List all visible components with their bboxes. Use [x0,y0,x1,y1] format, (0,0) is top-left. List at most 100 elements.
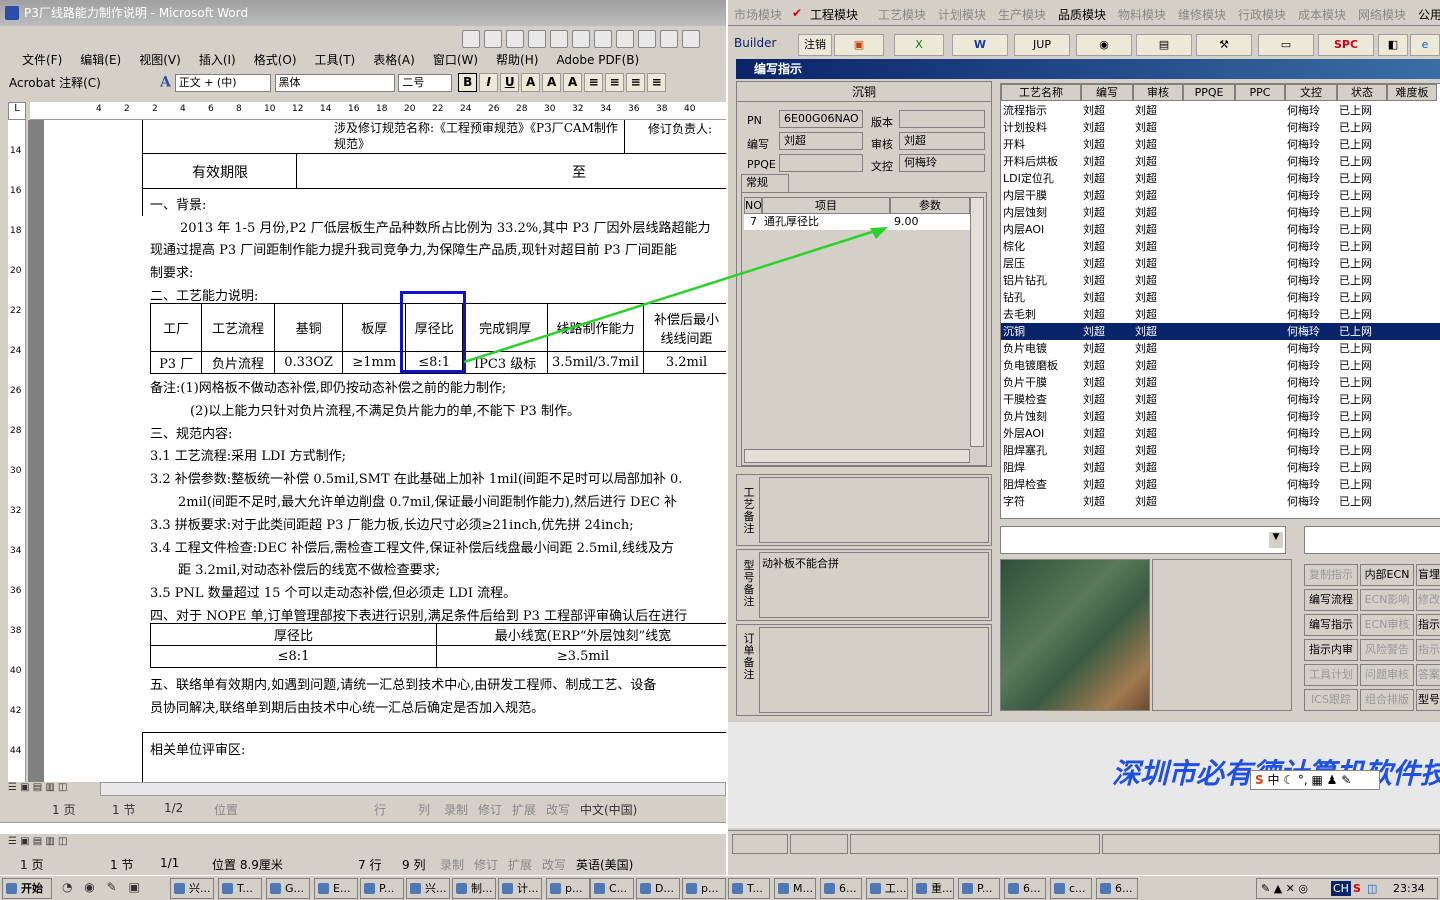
module-quality[interactable]: 品质模块 [1058,6,1106,23]
char-shading-button[interactable]: A [563,73,583,92]
task-button[interactable]: 工... [866,878,908,899]
grid-row[interactable]: 负片蚀刻 刘超 刘超 何梅玲 已上网 [1001,408,1440,425]
tray-sogou-icon[interactable]: S [1353,879,1361,898]
task-button[interactable]: P... [958,878,1000,899]
ppt-icon[interactable]: ▣ [834,34,884,56]
italic-button[interactable]: I [479,73,499,92]
module-engineering[interactable]: 工程模块 [810,6,858,23]
module-material[interactable]: 物料模块 [1118,6,1166,23]
module-process[interactable]: 工艺模块 [878,6,926,23]
task-button[interactable]: M... [774,878,816,899]
grid-row[interactable]: 外层AOI 刘超 刘超 何梅玲 已上网 [1001,425,1440,442]
grid-row[interactable]: LDI定位孔 刘超 刘超 何梅玲 已上网 [1001,170,1440,187]
builder-label[interactable]: Builder [734,36,776,50]
char-border-button[interactable]: A [542,73,562,92]
grid-filter-combo[interactable]: ▼ [1000,526,1286,554]
action-button[interactable]: 内部ECN [1360,564,1414,586]
grid-row[interactable]: 负片电镀 刘超 刘超 何梅玲 已上网 [1001,340,1440,357]
module-production[interactable]: 生产模块 [998,6,1046,23]
grid-row[interactable]: 干膜检查 刘超 刘超 何梅玲 已上网 [1001,391,1440,408]
tb-erase-icon[interactable] [506,30,524,48]
word-title-bar[interactable]: P3厂线路能力制作说明 - Microsoft Word [0,0,726,26]
tb-frame-icon[interactable] [660,30,678,48]
task-button[interactable]: 兴... [170,878,214,899]
task-button[interactable]: G... [266,878,310,899]
document-page[interactable]: 涉及修订规范名称:《工程预审规范》《P3厂CAM制作规范》 修订负责人: 有效期… [44,120,726,782]
version-field[interactable] [899,110,985,128]
grid-row[interactable]: 去毛刺 刘超 刘超 何梅玲 已上网 [1001,306,1440,323]
ie-icon[interactable]: e [1410,34,1440,56]
tab-stop-selector[interactable]: L [8,102,26,120]
ppqe-field[interactable] [779,154,863,172]
action-button[interactable]: 组合排版 [1360,689,1414,711]
action-button[interactable]: 修改 [1416,589,1440,611]
styles-icon[interactable]: A [160,75,171,91]
spc-button[interactable]: SPC [1318,34,1374,56]
module-cost[interactable]: 成本模块 [1298,6,1346,23]
align-right-icon[interactable]: ≡ [626,73,646,92]
action-button[interactable]: 编写指示 [1304,614,1358,636]
secondary-field[interactable] [1304,526,1440,554]
action-button[interactable]: 工具计划 [1304,664,1358,686]
font-combo[interactable]: 黑体 [274,73,395,92]
module-plan[interactable]: 计划模块 [938,6,986,23]
task-button[interactable]: 6... [1096,878,1138,899]
menu-insert[interactable]: 插入(I) [190,48,245,71]
task-button[interactable]: 6... [1004,878,1046,899]
tb-draw-icon[interactable] [462,30,480,48]
grid-row[interactable]: 沉铜 刘超 刘超 何梅玲 已上网 [1001,323,1440,340]
grid-row[interactable]: 负片干膜 刘超 刘超 何梅玲 已上网 [1001,374,1440,391]
action-button[interactable]: 答案 [1416,664,1440,686]
menu-edit[interactable]: 编辑(E) [71,48,130,71]
task-button[interactable]: E... [314,878,358,899]
task-button[interactable]: 计... [498,878,542,899]
reviewer-field[interactable]: 刘超 [899,132,985,150]
task-button[interactable]: T... [218,878,262,899]
action-button[interactable]: ICS跟踪 [1304,689,1358,711]
computer-icon[interactable]: ▭ [1258,34,1314,56]
grid-row[interactable]: 阻焊塞孔 刘超 刘超 何梅玲 已上网 [1001,442,1440,459]
menu-table[interactable]: 表格(A) [364,48,424,71]
action-button[interactable]: 型号 [1416,689,1440,711]
window-icon[interactable]: ◧ [1378,34,1408,56]
action-button[interactable]: 复制指示 [1304,564,1358,586]
menu-help[interactable]: 帮助(H) [487,48,547,71]
param-row[interactable]: 7 通孔厚径比 9.00 [744,214,970,230]
action-button[interactable]: 风险警告 [1360,639,1414,661]
module-maintenance[interactable]: 维修模块 [1178,6,1226,23]
horizontal-scrollbar[interactable] [100,782,726,796]
align-center-icon[interactable]: ≡ [605,73,625,92]
module-admin[interactable]: 行政模块 [1238,6,1286,23]
pn-field[interactable]: 6E00G06NAO [779,110,863,128]
tb-field-icon[interactable] [572,30,590,48]
style-combo[interactable]: 正文 + (中) [174,73,271,92]
task-button[interactable]: 制... [452,878,496,899]
underline-button[interactable]: U [500,73,520,92]
bold-button[interactable]: B [458,73,478,92]
action-button[interactable]: ECN审核 [1360,614,1414,636]
grid-row[interactable]: 内层AOI 刘超 刘超 何梅玲 已上网 [1001,221,1440,238]
action-button[interactable]: ECN影响 [1360,589,1414,611]
tray-lang[interactable]: CH [1331,881,1351,896]
tb-check-icon[interactable] [528,30,546,48]
horizontal-ruler[interactable]: 4 2 2 4 6 8 10 12 14 16 18 20 22 24 26 28 30 32 34 36 38 40 [30,102,726,120]
doc-control-field[interactable]: 何梅玲 [899,154,985,172]
view-buttons-2[interactable]: ☰ ▣ ▤ ▥ ◫ [8,836,98,850]
param-hscroll[interactable] [744,449,970,463]
task-button[interactable]: 6... [820,878,862,899]
tray-network-icon[interactable]: ◫ [1367,879,1377,898]
jup-button[interactable]: JUP [1014,34,1070,56]
grid-row[interactable]: 计划投料 刘超 刘超 何梅玲 已上网 [1001,119,1440,136]
grid-row[interactable]: 层压 刘超 刘超 何梅玲 已上网 [1001,255,1440,272]
task-button[interactable]: D... [636,878,680,899]
menu-format[interactable]: 格式(O) [245,48,306,71]
param-vscroll[interactable] [970,197,984,447]
view-buttons[interactable]: ☰ ▣ ▤ ▥ ◫ [8,782,98,796]
grid-row[interactable]: 负电镀磨板 刘超 刘超 何梅玲 已上网 [1001,357,1440,374]
tb-lock-icon[interactable] [682,30,700,48]
action-button[interactable]: 指示 [1416,639,1440,661]
grid-row[interactable]: 内层蚀刻 刘超 刘超 何梅玲 已上网 [1001,204,1440,221]
task-button[interactable]: C... [590,878,634,899]
action-button[interactable]: 编写流程 [1304,589,1358,611]
grid-row[interactable]: 阻焊检查 刘超 刘超 何梅玲 已上网 [1001,476,1440,493]
